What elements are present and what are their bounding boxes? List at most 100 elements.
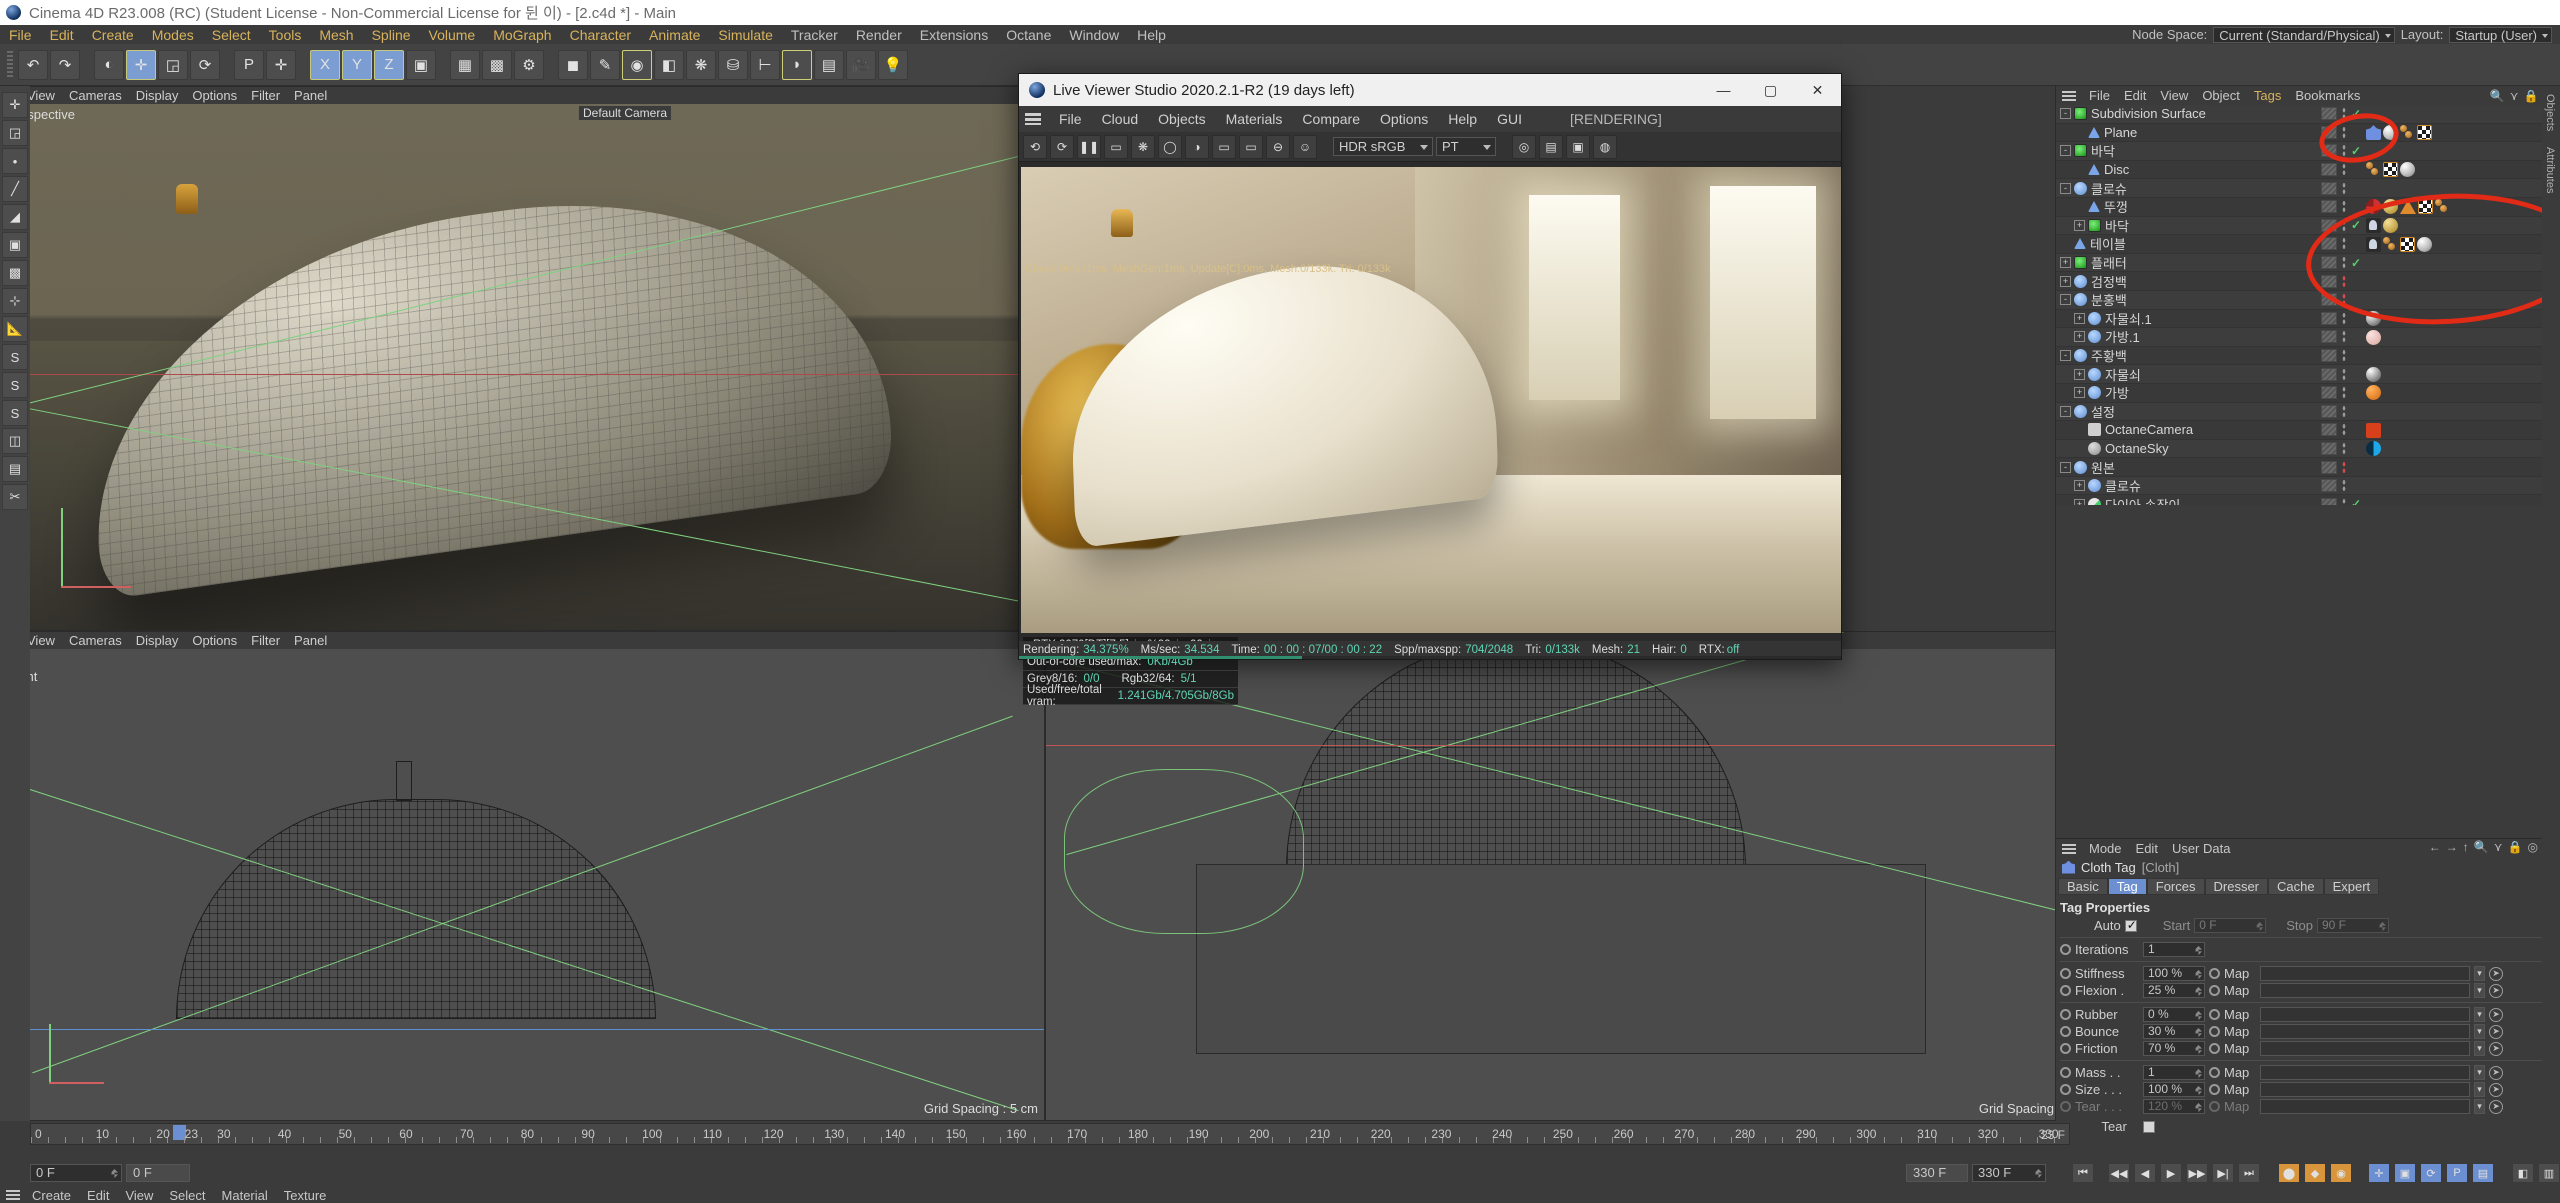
tab-expert[interactable]: Expert xyxy=(2323,878,2380,895)
enabled-check-icon[interactable]: ✓ xyxy=(2351,107,2361,121)
cloth-tag-icon[interactable] xyxy=(2366,125,2381,141)
layer-swatch-icon[interactable] xyxy=(2321,181,2337,195)
picker-icon[interactable]: ➤ xyxy=(2489,1007,2503,1022)
expand-icon[interactable]: + xyxy=(2074,219,2085,231)
object-row[interactable]: - 설정 xyxy=(2056,402,2560,422)
add-nurbs-button[interactable]: ◧ xyxy=(654,49,684,80)
kernel-dropdown[interactable]: PT xyxy=(1436,137,1496,156)
layer-swatch-icon[interactable] xyxy=(2321,330,2337,344)
forward-arrow-icon[interactable]: → xyxy=(2446,840,2458,857)
visibility-toggle-dots[interactable] xyxy=(2342,274,2346,288)
visibility-toggle-dots[interactable] xyxy=(2342,497,2346,505)
tab-dresser[interactable]: Dresser xyxy=(2204,878,2269,895)
lv-layers-icon[interactable]: ▤ xyxy=(1539,134,1563,159)
target-icon[interactable]: ◎ xyxy=(2528,840,2538,857)
picker-icon[interactable]: ➤ xyxy=(2489,1024,2503,1039)
layer-swatch-icon[interactable] xyxy=(2321,479,2337,493)
vp-menu-panel[interactable]: Panel xyxy=(294,633,327,648)
object-name[interactable]: 바닥 xyxy=(2105,216,2129,235)
tool-texture-mode[interactable]: ▩ xyxy=(2,260,28,286)
filter-icon[interactable]: ⋎ xyxy=(2494,840,2503,857)
object-name[interactable]: 클로슈 xyxy=(2105,476,2141,495)
lv-save-icon[interactable]: ▣ xyxy=(1566,134,1590,159)
chevron-down-icon[interactable]: ▾ xyxy=(2474,1041,2485,1056)
layer-swatch-icon[interactable] xyxy=(2321,274,2337,288)
menu-item-mesh[interactable]: Mesh xyxy=(310,27,362,43)
vp-menu-filter[interactable]: Filter xyxy=(251,88,280,103)
use-tear-checkbox[interactable] xyxy=(2143,1120,2155,1133)
menu-item-octane[interactable]: Octane xyxy=(997,27,1060,43)
attribute-value-field[interactable]: 1 xyxy=(2143,942,2205,957)
world-object-toggle[interactable]: ▣ xyxy=(406,49,436,80)
layer-swatch-icon[interactable] xyxy=(2321,349,2337,363)
object-row[interactable]: + 자물쇠 xyxy=(2056,365,2560,384)
object-name[interactable]: 주황백 xyxy=(2091,346,2127,365)
psr-button[interactable]: P xyxy=(234,49,264,80)
menu-item-help[interactable]: Help xyxy=(1128,27,1175,43)
lock-icon[interactable]: 🔒 xyxy=(2524,89,2539,103)
visibility-toggle-dots[interactable] xyxy=(2342,330,2346,344)
dot2-tag-icon[interactable] xyxy=(2383,236,2398,252)
move-button[interactable]: ✛ xyxy=(126,49,156,80)
tool-knife[interactable]: ✂ xyxy=(2,484,28,510)
object-name[interactable]: Subdivision Surface xyxy=(2091,106,2206,121)
go-to-end-button[interactable]: ⏭ xyxy=(2238,1163,2260,1183)
menu-item-tracker[interactable]: Tracker xyxy=(782,27,847,43)
timeline-ruler[interactable]: 23 F 0 10 20 30 40 50 60 70 80 90 100 110 120 130 140 1… xyxy=(30,1123,2070,1145)
add-scene-button[interactable]: ▤ xyxy=(814,49,844,80)
vp-menu-view[interactable]: View xyxy=(27,88,55,103)
person-tag-icon[interactable] xyxy=(2366,218,2381,234)
menu-item-simulate[interactable]: Simulate xyxy=(709,27,781,43)
object-name[interactable]: 뚜껑 xyxy=(2104,197,2128,216)
menu-item-window[interactable]: Window xyxy=(1060,27,1128,43)
lv-menu-compare[interactable]: Compare xyxy=(1292,111,1370,127)
visibility-toggle-dots[interactable] xyxy=(2342,367,2346,381)
collapse-icon[interactable]: - xyxy=(2060,182,2071,194)
object-row[interactable]: + 바닥 ✓ xyxy=(2056,216,2560,236)
dot2-tag-icon[interactable] xyxy=(2435,199,2450,214)
rotate-button[interactable]: ⟳ xyxy=(190,49,220,80)
parameter-radio[interactable] xyxy=(2060,944,2071,955)
lock-icon[interactable]: 🔒 xyxy=(2508,840,2523,857)
sky-tag-icon[interactable] xyxy=(2366,441,2381,457)
record-keyframe-button[interactable]: ⬤ xyxy=(2278,1163,2300,1183)
object-name[interactable]: 원본 xyxy=(2091,458,2115,477)
world-axis-button[interactable]: ✛ xyxy=(266,49,296,80)
layer-swatch-icon[interactable] xyxy=(2321,293,2337,307)
lv-menu-materials[interactable]: Materials xyxy=(1216,111,1293,127)
x-axis-lock-button[interactable]: X xyxy=(310,49,340,80)
lv-menu-objects[interactable]: Objects xyxy=(1148,111,1215,127)
scale-button[interactable]: ◲ xyxy=(158,49,188,80)
expand-icon[interactable]: + xyxy=(2060,257,2071,269)
object-name[interactable]: 설정 xyxy=(2091,402,2115,421)
range-end-field[interactable]: 330 F xyxy=(1972,1164,2046,1182)
expand-icon[interactable]: + xyxy=(2074,498,2085,505)
object-row[interactable]: + 클로슈 xyxy=(2056,476,2560,496)
object-name[interactable]: 클로슈 xyxy=(2091,179,2127,198)
tool-snap-s3[interactable]: S xyxy=(2,400,28,426)
map-radio[interactable] xyxy=(2209,1043,2220,1054)
object-row[interactable]: + 검정백 xyxy=(2056,272,2560,291)
dot2-tag-icon[interactable] xyxy=(2400,125,2415,140)
tool-scale[interactable]: ◲ xyxy=(2,120,28,146)
chevron-down-icon[interactable]: ▾ xyxy=(2474,983,2485,998)
parameter-radio[interactable] xyxy=(2060,985,2071,996)
param-key-button[interactable]: P xyxy=(2446,1163,2468,1183)
vp-menu-display[interactable]: Display xyxy=(136,88,179,103)
pink-tag-icon[interactable] xyxy=(2366,329,2381,345)
collapse-icon[interactable]: - xyxy=(2060,294,2071,306)
lv-region-icon[interactable]: ▭ xyxy=(1104,134,1128,159)
object-name[interactable]: 자물쇠 xyxy=(2105,365,2141,384)
render-settings-button[interactable]: ⚙ xyxy=(514,49,544,80)
object-row[interactable]: - 바닥 ✓ xyxy=(2056,142,2560,161)
map-field[interactable] xyxy=(2260,1065,2470,1080)
map-radio[interactable] xyxy=(2209,968,2220,979)
checker-tag-icon[interactable] xyxy=(2400,236,2415,252)
visibility-toggle-dots[interactable] xyxy=(2342,423,2346,437)
add-light-button[interactable]: 💡 xyxy=(878,49,908,80)
menu-item-edit[interactable]: Edit xyxy=(41,27,83,43)
map-field[interactable] xyxy=(2260,983,2470,998)
red-tag-icon[interactable] xyxy=(2366,199,2381,215)
object-name[interactable]: 검정백 xyxy=(2091,272,2127,291)
attribute-value-field[interactable]: 0 % xyxy=(2143,1007,2205,1022)
